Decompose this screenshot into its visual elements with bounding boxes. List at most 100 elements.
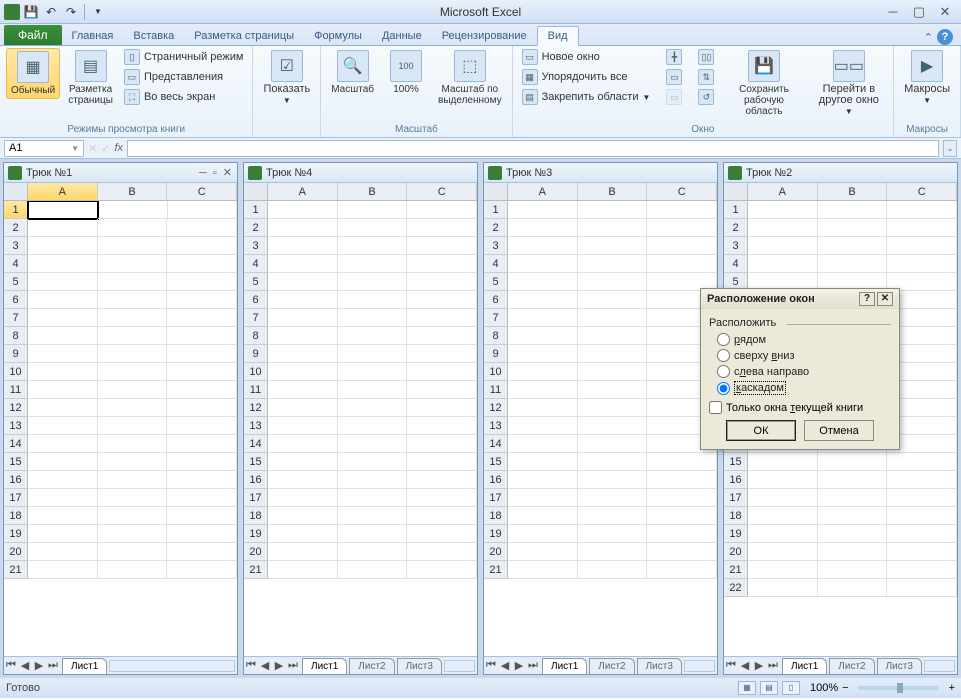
cell[interactable]: [268, 327, 338, 345]
cell[interactable]: [28, 471, 98, 489]
horizontal-scrollbar[interactable]: [444, 660, 475, 672]
row-header[interactable]: 2: [4, 219, 28, 237]
pane-minimize-icon[interactable]: ─: [198, 167, 208, 179]
cell[interactable]: [268, 507, 338, 525]
cell[interactable]: [647, 525, 717, 543]
cell[interactable]: [508, 381, 578, 399]
cell[interactable]: [508, 435, 578, 453]
cell[interactable]: [508, 507, 578, 525]
cell[interactable]: [647, 201, 717, 219]
cell[interactable]: [167, 489, 237, 507]
sheet-tab[interactable]: Лист1: [542, 658, 587, 674]
horizontal-scrollbar[interactable]: [924, 660, 955, 672]
sheet-tab[interactable]: Лист1: [302, 658, 347, 674]
row-header[interactable]: 15: [724, 453, 748, 471]
row-header[interactable]: 7: [4, 309, 28, 327]
cell[interactable]: [167, 363, 237, 381]
cell[interactable]: [28, 399, 98, 417]
horizontal-scrollbar[interactable]: [684, 660, 715, 672]
row-header[interactable]: 5: [244, 273, 268, 291]
file-tab[interactable]: Файл: [4, 25, 62, 45]
cell[interactable]: [818, 219, 888, 237]
cell[interactable]: [338, 381, 408, 399]
cell[interactable]: [578, 273, 648, 291]
cell[interactable]: [748, 579, 818, 597]
cell[interactable]: [647, 453, 717, 471]
next-sheet-button[interactable]: ▶: [512, 659, 526, 672]
cell[interactable]: [748, 453, 818, 471]
cell[interactable]: [407, 291, 477, 309]
cell[interactable]: [748, 543, 818, 561]
normal-view-status-button[interactable]: ▦: [738, 681, 756, 695]
cell[interactable]: [748, 237, 818, 255]
cell[interactable]: [338, 435, 408, 453]
row-header[interactable]: 17: [724, 489, 748, 507]
cell[interactable]: [508, 309, 578, 327]
cell[interactable]: [167, 291, 237, 309]
cell[interactable]: [98, 381, 168, 399]
tab-home[interactable]: Главная: [62, 27, 124, 45]
cell[interactable]: [268, 363, 338, 381]
cell[interactable]: [98, 237, 168, 255]
row-header[interactable]: 21: [244, 561, 268, 579]
save-workspace-button[interactable]: 💾Сохранить рабочую область: [721, 48, 806, 119]
cell[interactable]: [98, 453, 168, 471]
row-header[interactable]: 11: [484, 381, 508, 399]
zoom100-button[interactable]: 100100%: [382, 48, 430, 97]
cell[interactable]: [407, 507, 477, 525]
row-header[interactable]: 6: [244, 291, 268, 309]
prev-sheet-button[interactable]: ◀: [258, 659, 272, 672]
minimize-ribbon-icon[interactable]: ⌃: [924, 31, 933, 44]
radio-vertical-input[interactable]: [717, 365, 730, 378]
cell[interactable]: [578, 561, 648, 579]
sheet-tab[interactable]: Лист1: [62, 658, 107, 674]
cell[interactable]: [167, 507, 237, 525]
cell[interactable]: [578, 363, 648, 381]
cell[interactable]: [578, 471, 648, 489]
cell[interactable]: [508, 291, 578, 309]
row-header[interactable]: 13: [244, 417, 268, 435]
cell[interactable]: [167, 327, 237, 345]
cell[interactable]: [338, 255, 408, 273]
row-header[interactable]: 1: [724, 201, 748, 219]
row-header[interactable]: 21: [484, 561, 508, 579]
column-header[interactable]: A: [748, 183, 818, 200]
tab-data[interactable]: Данные: [372, 27, 432, 45]
cell[interactable]: [338, 471, 408, 489]
pagebreak-status-button[interactable]: ▯: [782, 681, 800, 695]
pane-titlebar[interactable]: Трюк №4: [244, 163, 477, 183]
cell[interactable]: [98, 471, 168, 489]
show-button[interactable]: ☑ Показать▼: [259, 48, 314, 108]
radio-horizontal[interactable]: сверху вниз: [717, 349, 891, 362]
row-header[interactable]: 4: [4, 255, 28, 273]
pagebreak-preview-button[interactable]: ▯Страничный режим: [121, 48, 247, 66]
row-header[interactable]: 3: [4, 237, 28, 255]
cell[interactable]: [407, 417, 477, 435]
sheet-tab[interactable]: Лист3: [877, 658, 922, 674]
cell[interactable]: [268, 237, 338, 255]
cell[interactable]: [407, 543, 477, 561]
row-header[interactable]: 8: [244, 327, 268, 345]
row-header[interactable]: 12: [4, 399, 28, 417]
arrange-all-button[interactable]: ▦Упорядочить все: [519, 68, 654, 86]
cell[interactable]: [578, 345, 648, 363]
cell[interactable]: [748, 255, 818, 273]
cell[interactable]: [748, 525, 818, 543]
undo-icon[interactable]: ↶: [42, 3, 60, 21]
cell[interactable]: [818, 255, 888, 273]
dialog-titlebar[interactable]: Расположение окон ? ✕: [701, 289, 899, 309]
zoom-button[interactable]: 🔍Масштаб: [327, 48, 378, 97]
dialog-help-button[interactable]: ?: [859, 292, 875, 306]
cell[interactable]: [508, 345, 578, 363]
formula-input[interactable]: [127, 140, 939, 157]
cell[interactable]: [28, 363, 98, 381]
row-header[interactable]: 7: [484, 309, 508, 327]
row-header[interactable]: 13: [4, 417, 28, 435]
row-header[interactable]: 8: [484, 327, 508, 345]
cell[interactable]: [167, 399, 237, 417]
cell[interactable]: [407, 561, 477, 579]
cell[interactable]: [268, 453, 338, 471]
cell[interactable]: [407, 327, 477, 345]
cell[interactable]: [268, 543, 338, 561]
cell[interactable]: [338, 399, 408, 417]
